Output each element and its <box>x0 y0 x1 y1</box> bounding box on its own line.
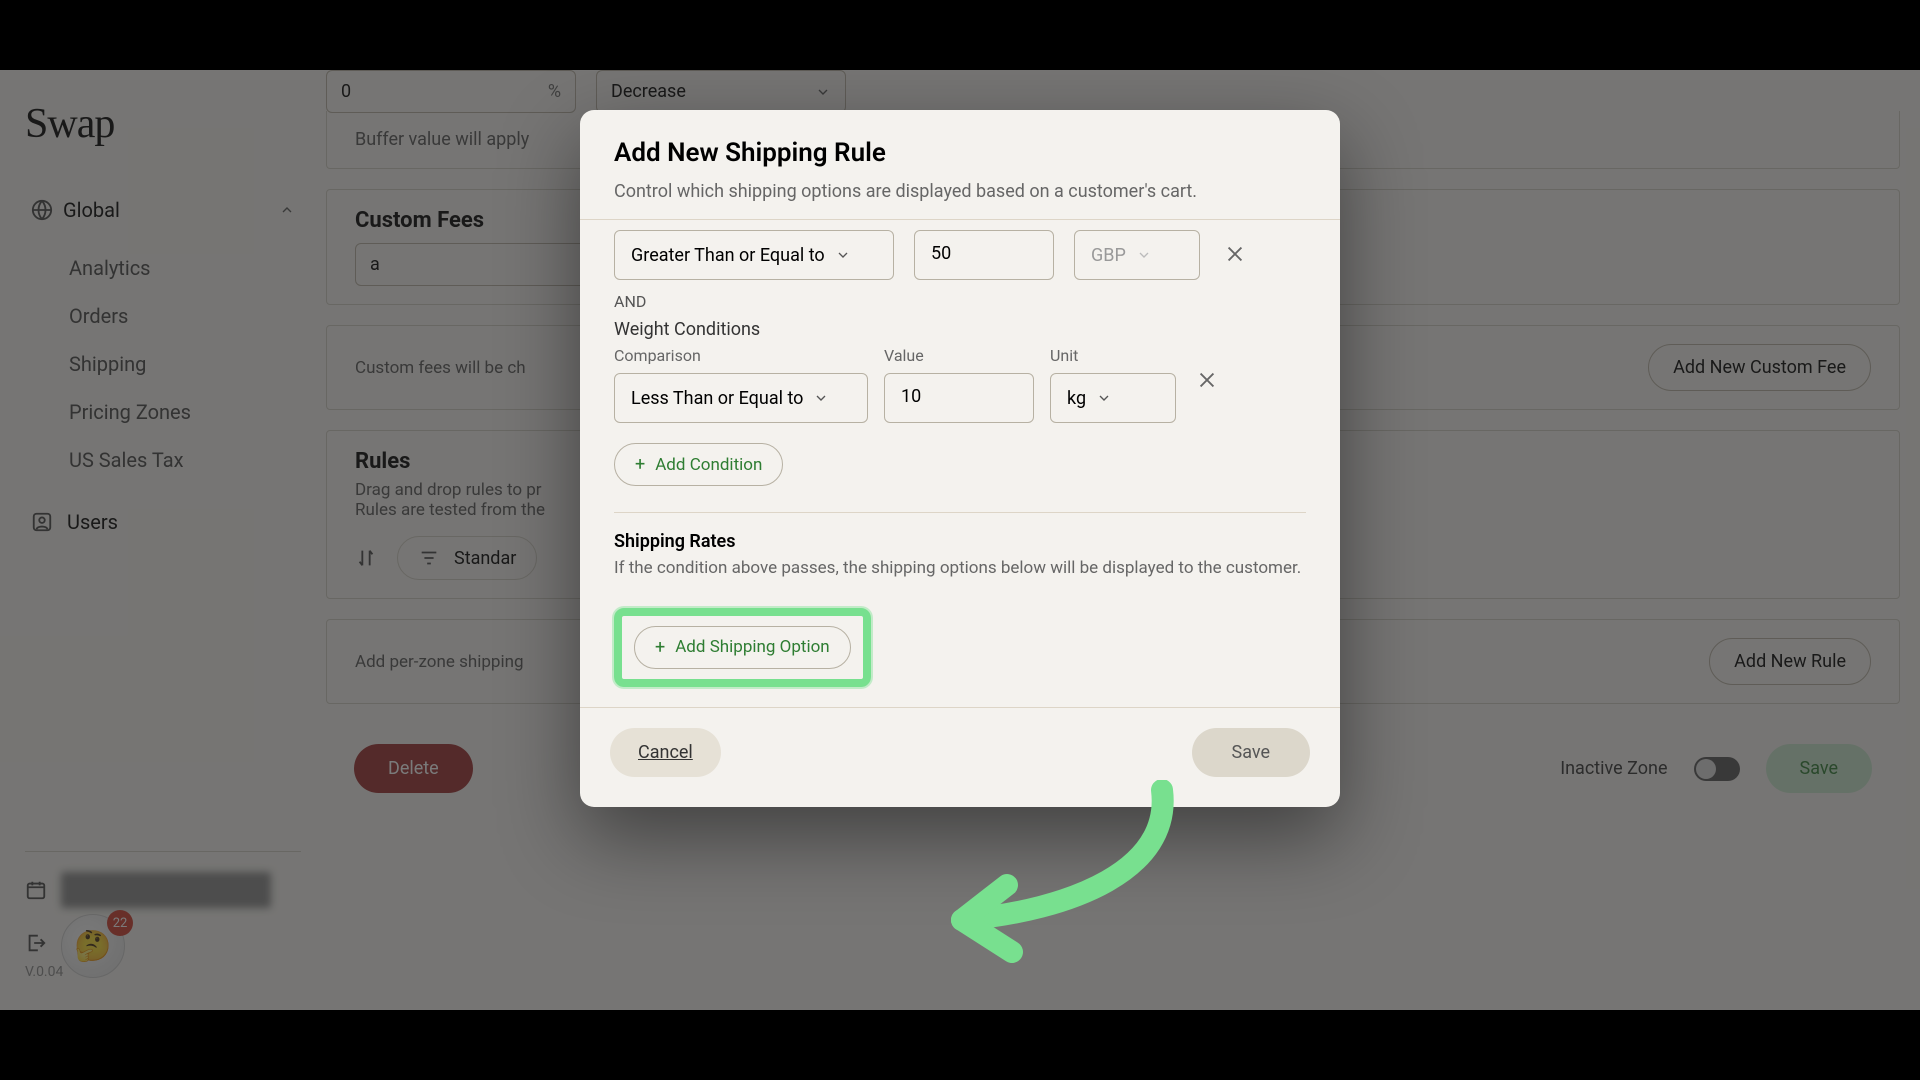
value-label: Value <box>884 346 1034 365</box>
modal-title: Add New Shipping Rule <box>614 138 1306 168</box>
plus-icon: + <box>655 637 665 658</box>
add-condition-button[interactable]: + Add Condition <box>614 443 783 486</box>
price-comparison-select[interactable]: Greater Than or Equal to <box>614 230 894 280</box>
weight-value-input[interactable]: 10 <box>884 373 1034 423</box>
add-shipping-option-label: Add Shipping Option <box>675 637 829 657</box>
chevron-down-icon <box>1136 247 1152 263</box>
add-condition-label: Add Condition <box>655 455 762 475</box>
weight-unit-select[interactable]: kg <box>1050 373 1176 423</box>
add-shipping-option-button[interactable]: + Add Shipping Option <box>634 626 851 669</box>
weight-comparison-value: Less Than or Equal to <box>631 388 803 409</box>
remove-weight-condition-button[interactable] <box>1192 365 1222 395</box>
modal-cancel-button[interactable]: Cancel <box>610 728 721 777</box>
modal-description: Control which shipping options are displ… <box>614 178 1306 205</box>
price-value-text: 50 <box>931 243 951 264</box>
chevron-down-icon <box>835 247 851 263</box>
comparison-label: Comparison <box>614 346 868 365</box>
modal-save-button[interactable]: Save <box>1192 728 1311 777</box>
price-comparison-value: Greater Than or Equal to <box>631 245 825 266</box>
price-currency-select[interactable]: GBP <box>1074 230 1200 280</box>
annotation-highlight: + Add Shipping Option <box>614 608 871 687</box>
close-icon <box>1224 243 1246 265</box>
weight-comparison-select[interactable]: Less Than or Equal to <box>614 373 868 423</box>
shipping-rates-subtitle: If the condition above passes, the shipp… <box>614 556 1306 582</box>
unit-label: Unit <box>1050 346 1176 365</box>
shipping-rule-modal: Add New Shipping Rule Control which ship… <box>580 110 1340 807</box>
plus-icon: + <box>635 454 645 475</box>
condition-connector: AND <box>614 292 1306 311</box>
weight-unit-value: kg <box>1067 388 1086 409</box>
close-icon <box>1196 369 1218 391</box>
chevron-down-icon <box>813 390 829 406</box>
price-currency-value: GBP <box>1091 245 1126 266</box>
price-value-input[interactable]: 50 <box>914 230 1054 280</box>
chevron-down-icon <box>1096 390 1112 406</box>
shipping-rates-title: Shipping Rates <box>614 531 1306 552</box>
weight-value-text: 10 <box>901 386 921 407</box>
weight-conditions-heading: Weight Conditions <box>614 319 1306 340</box>
remove-price-condition-button[interactable] <box>1220 239 1250 269</box>
